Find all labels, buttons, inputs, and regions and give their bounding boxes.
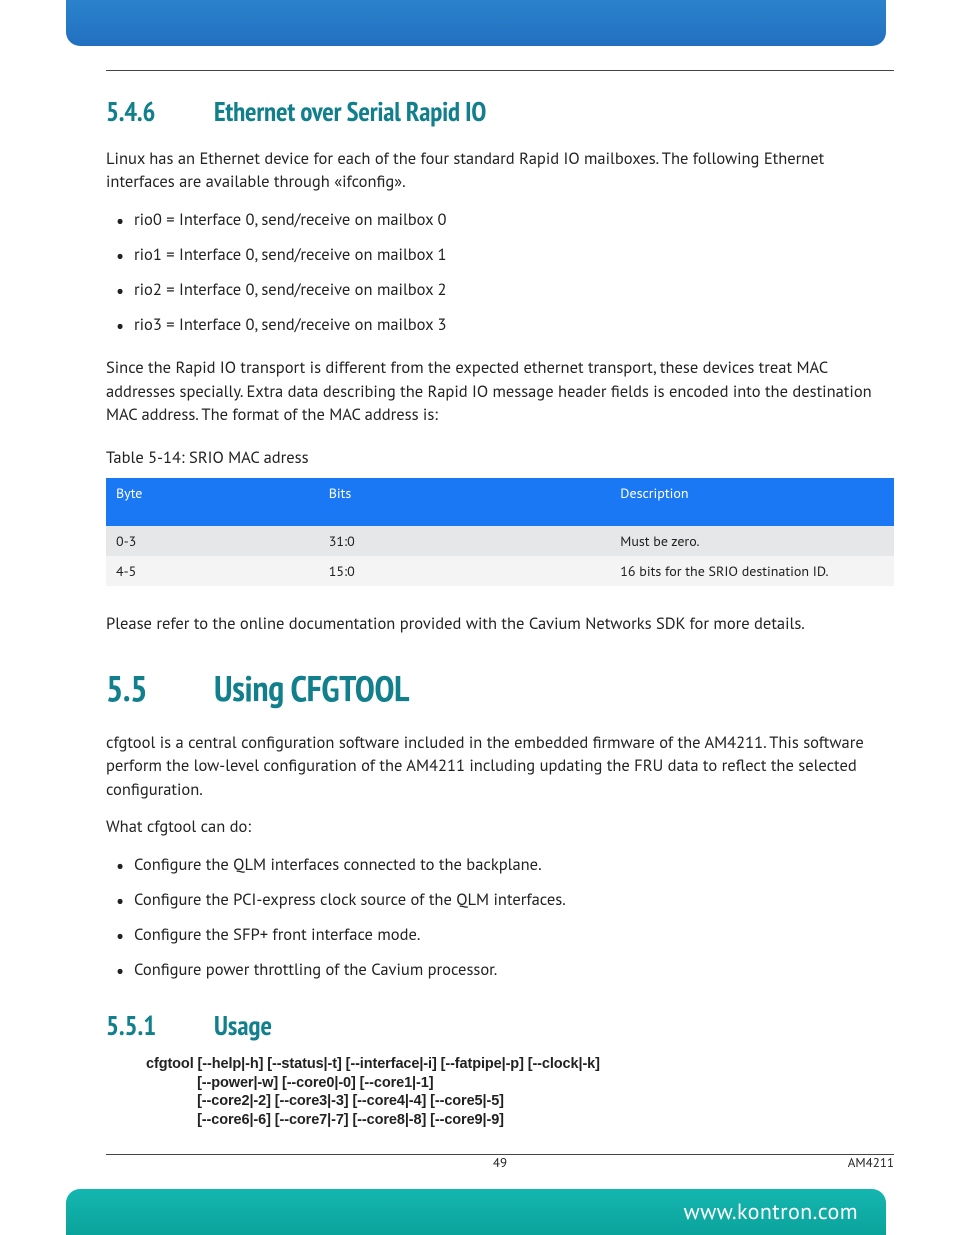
th-desc: Description	[610, 478, 894, 526]
list-546-interfaces: rio0 = Interface 0, send/receive on mail…	[106, 208, 894, 336]
usage-syntax: cfgtool [--help|-h] [--status|-t] [--int…	[146, 1055, 894, 1129]
cell-bits: 15:0	[319, 556, 611, 586]
list-item: rio1 = Interface 0, send/receive on mail…	[134, 243, 894, 266]
heading-546: 5.4.6Ethernet over Serial Rapid IO	[106, 95, 894, 129]
heading-55: 5.5Using CFGTOOL	[106, 664, 894, 711]
doc-model: AM4211	[848, 1154, 894, 1171]
footer-color-tab: www.kontron.com	[66, 1189, 886, 1235]
list-item: rio2 = Interface 0, send/receive on mail…	[134, 278, 894, 301]
list-item: Configure power throttling of the Cavium…	[134, 958, 894, 981]
usage-line: [--core6|-6] [--core7|-7] [--core8|-8] […	[146, 1112, 504, 1128]
page-number: 49	[493, 1154, 507, 1171]
list-55-caps: Configure the QLM interfaces connected t…	[106, 853, 894, 981]
heading-num: 5.5.1	[106, 1009, 214, 1043]
list-item: rio3 = Interface 0, send/receive on mail…	[134, 313, 894, 336]
usage-line: cfgtool [--help|-h] [--status|-t] [--int…	[146, 1056, 600, 1072]
para-546-intro: Linux has an Ethernet device for each of…	[106, 147, 894, 194]
para-55-lead: What cfgtool can do:	[106, 815, 894, 838]
table-row: 4-5 15:0 16 bits for the SRIO destinatio…	[106, 556, 894, 586]
table-caption: Table 5-14: SRIO MAC adress	[106, 446, 894, 468]
para-55-intro: cfgtool is a central configuration softw…	[106, 731, 894, 801]
cell-bits: 31:0	[319, 526, 611, 556]
para-546-mac: Since the Rapid IO transport is differen…	[106, 356, 894, 426]
th-bits: Bits	[319, 478, 611, 526]
cell-desc: Must be zero.	[610, 526, 894, 556]
para-546-ref: Please refer to the online documentation…	[106, 612, 894, 635]
footer-url: www.kontron.com	[684, 1198, 859, 1226]
heading-title: Using CFGTOOL	[214, 664, 409, 711]
usage-line: [--power|-w] [--core0|-0] [--core1|-1]	[146, 1075, 433, 1091]
top-rule	[106, 70, 894, 71]
cell-desc: 16 bits for the SRIO destination ID.	[610, 556, 894, 586]
table-row: 0-3 31:0 Must be zero.	[106, 526, 894, 556]
list-item: Configure the PCI-express clock source o…	[134, 888, 894, 911]
heading-num: 5.4.6	[106, 95, 214, 129]
heading-title: Usage	[214, 1009, 272, 1043]
list-item: Configure the SFP+ front interface mode.	[134, 923, 894, 946]
heading-551: 5.5.1Usage	[106, 1009, 894, 1043]
cell-byte: 4-5	[106, 556, 319, 586]
table-srio-mac: Byte Bits Description 0-3 31:0 Must be z…	[106, 478, 894, 586]
usage-line: [--core2|-2] [--core3|-3] [--core4|-4] […	[146, 1093, 504, 1109]
page-content: 5.4.6Ethernet over Serial Rapid IO Linux…	[106, 70, 894, 1145]
th-byte: Byte	[106, 478, 319, 526]
heading-title: Ethernet over Serial Rapid IO	[214, 95, 486, 129]
heading-num: 5.5	[106, 664, 214, 711]
cell-byte: 0-3	[106, 526, 319, 556]
header-color-tab	[66, 0, 886, 46]
footer-meta: 49 AM4211	[106, 1148, 894, 1171]
list-item: Configure the QLM interfaces connected t…	[134, 853, 894, 876]
list-item: rio0 = Interface 0, send/receive on mail…	[134, 208, 894, 231]
